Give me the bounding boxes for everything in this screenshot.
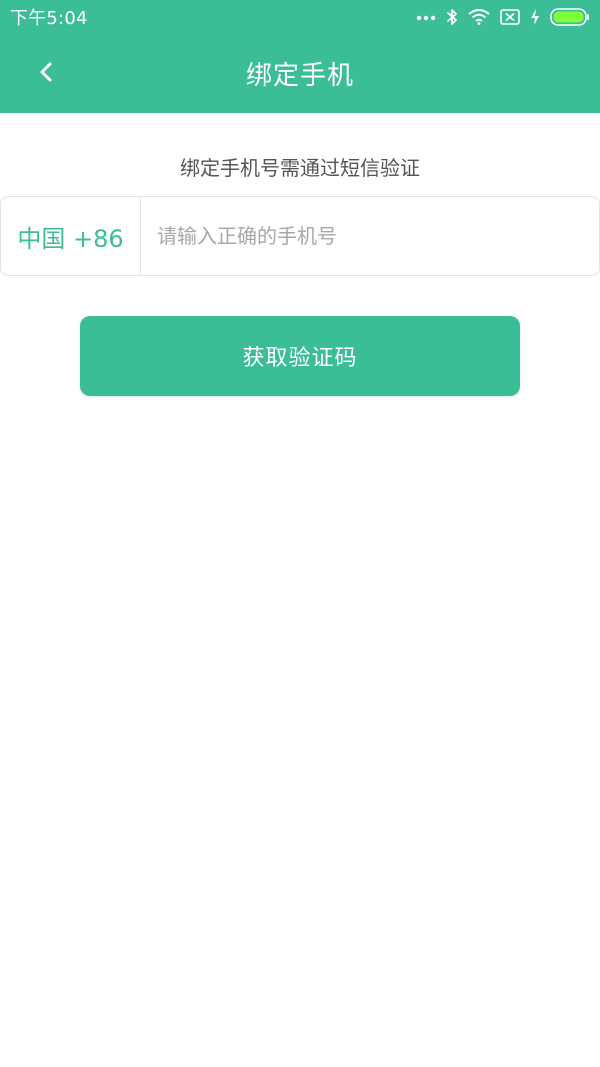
sim-disabled-icon — [500, 9, 520, 25]
status-time: 下午5:04 — [10, 8, 88, 29]
wifi-icon — [468, 9, 490, 25]
charging-icon — [530, 8, 540, 26]
phone-entry-row: 中国 +86 — [0, 196, 600, 276]
battery-icon — [550, 8, 590, 26]
more-dots-icon — [416, 13, 436, 21]
sms-verification-hint: 绑定手机号需通过短信验证 — [180, 156, 420, 180]
status-bar: 下午5:04 — [0, 0, 600, 34]
get-verification-code-button[interactable]: 获取验证码 — [80, 316, 520, 396]
page-title: 绑定手机 — [245, 61, 354, 91]
bluetooth-icon — [446, 8, 458, 26]
country-code-selector[interactable]: 中国 +86 — [1, 197, 141, 275]
status-icons — [416, 8, 590, 26]
phone-number-input[interactable] — [141, 197, 599, 275]
nav-bar: 绑定手机 — [0, 34, 600, 113]
bind-phone-screen: 下午5:04 绑定手机 绑定手机号需通过短信验证 中国 +86 请输入正确的手机… — [0, 0, 600, 1067]
